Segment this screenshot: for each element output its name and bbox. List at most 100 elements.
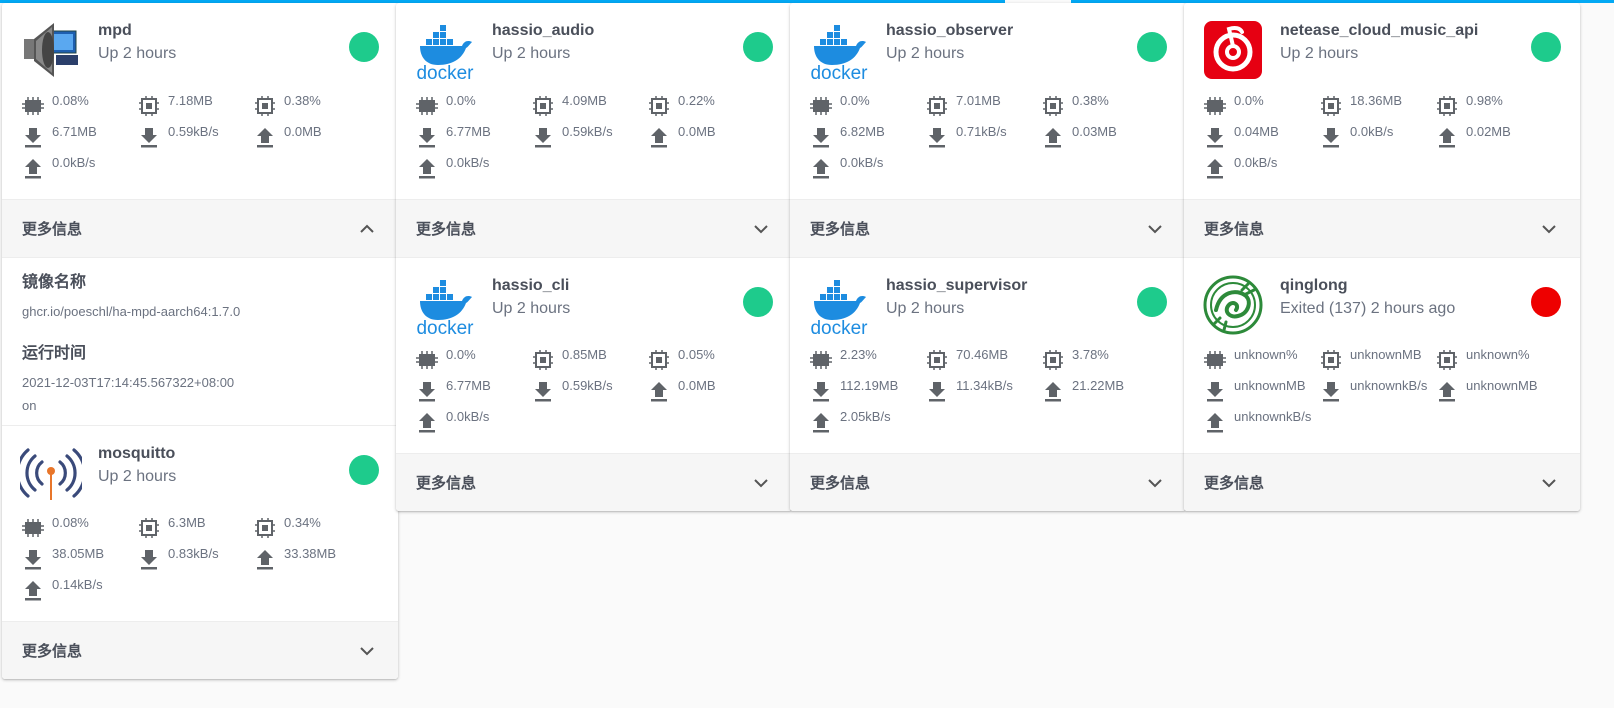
- svg-text:docker: docker: [810, 318, 868, 336]
- memory-size-stat: 0.85MB: [532, 347, 607, 371]
- docker-logo-icon: docker: [414, 19, 476, 84]
- upload-icon: [1207, 413, 1223, 433]
- image-name-label: 镜像名称: [22, 274, 87, 291]
- memory-icon: [810, 97, 832, 115]
- status-indicator-running: [349, 32, 379, 62]
- rx-rate-stat: 0.59kB/s: [138, 124, 219, 148]
- tx-total-stat: 33.38MB: [254, 546, 336, 570]
- tx-rate-stat: 0.0kB/s: [416, 409, 489, 433]
- tx-rate-stat: 2.05kB/s: [810, 409, 891, 433]
- memory-size-stat: 4.09MB: [532, 93, 607, 117]
- container-name: hassio_cli: [492, 277, 570, 294]
- chevron-down-icon: [754, 479, 768, 488]
- more-info-label: 更多信息: [810, 221, 871, 238]
- more-info-label: 更多信息: [22, 643, 83, 660]
- container-card-group: docker hassio_observer Up 2 hours 0.0% 7.…: [790, 3, 1186, 511]
- status-indicator-exited: [1531, 287, 1561, 317]
- cpu-usage-stat: 0.34%: [254, 515, 321, 539]
- memory-icon: [22, 519, 44, 537]
- cpu-chip-icon: [1321, 96, 1341, 116]
- download-icon: [1323, 382, 1339, 402]
- more-info-toggle[interactable]: 更多信息: [2, 199, 398, 257]
- download-icon: [419, 382, 435, 402]
- rx-total-stat: 112.19MB: [810, 378, 898, 402]
- more-info-toggle[interactable]: 更多信息: [2, 621, 398, 679]
- svg-text:docker: docker: [416, 318, 474, 336]
- chevron-down-icon: [1542, 225, 1556, 234]
- cpu-chip-icon: [1437, 350, 1457, 370]
- cpu-chip-icon: [255, 96, 275, 116]
- memory-icon: [416, 351, 438, 369]
- memory-usage-stat: 0.0%: [1204, 93, 1264, 117]
- more-info-label: 更多信息: [22, 221, 83, 238]
- container-status: Up 2 hours: [492, 300, 571, 317]
- tx-total-stat: 0.0MB: [648, 378, 716, 402]
- rx-rate-stat: 0.59kB/s: [532, 124, 613, 148]
- container-status: Up 2 hours: [98, 468, 177, 485]
- rx-rate-stat: 0.0kB/s: [1320, 124, 1393, 148]
- chevron-up-icon: [360, 224, 374, 233]
- download-icon: [929, 382, 945, 402]
- docker-logo-icon: docker: [414, 274, 476, 339]
- rx-total-stat: unknownMB: [1204, 378, 1306, 402]
- memory-size-stat: 18.36MB: [1320, 93, 1402, 117]
- svg-text:docker: docker: [810, 63, 868, 81]
- more-info-toggle[interactable]: 更多信息: [1184, 453, 1580, 511]
- stats-grid: 0.0% 0.85MB 0.05% 6.77MB 0.59kB/s 0.0MB 0.0kB/…: [396, 347, 792, 453]
- upload-icon: [651, 382, 667, 402]
- container-name: netease_cloud_music_api: [1280, 22, 1479, 39]
- status-indicator-running: [1137, 32, 1167, 62]
- memory-size-stat: unknownMB: [1320, 347, 1422, 371]
- tx-rate-stat: 0.0kB/s: [22, 155, 95, 179]
- memory-size-stat: 70.46MB: [926, 347, 1008, 371]
- download-icon: [535, 382, 551, 402]
- download-icon: [813, 382, 829, 402]
- tx-rate-stat: 0.0kB/s: [416, 155, 489, 179]
- runtime-label: 运行时间: [22, 345, 87, 362]
- upload-icon: [1439, 382, 1455, 402]
- more-info-toggle[interactable]: 更多信息: [1184, 199, 1580, 257]
- more-info-label: 更多信息: [810, 475, 871, 492]
- status-indicator-running: [349, 455, 379, 485]
- runtime-extra-value: on: [22, 398, 37, 413]
- stats-grid: 0.0% 4.09MB 0.22% 6.77MB 0.59kB/s 0.0MB 0.0kB/…: [396, 93, 792, 199]
- container-status: Up 2 hours: [886, 45, 965, 62]
- upload-icon: [257, 128, 273, 148]
- download-icon: [1207, 128, 1223, 148]
- cpu-usage-stat: 0.38%: [254, 93, 321, 117]
- memory-usage-stat: 2.23%: [810, 347, 877, 371]
- rx-rate-stat: unknownkB/s: [1320, 378, 1427, 402]
- download-icon: [1207, 382, 1223, 402]
- speaker-logo-icon: [20, 19, 82, 81]
- container-name: hassio_supervisor: [886, 277, 1028, 294]
- more-info-toggle[interactable]: 更多信息: [790, 199, 1186, 257]
- upload-icon: [419, 159, 435, 179]
- more-info-label: 更多信息: [416, 475, 477, 492]
- container-card-mpd: mpd Up 2 hours 0.08% 7.18MB 0.38% 6.71MB 0.5…: [2, 3, 398, 679]
- cpu-chip-icon: [139, 518, 159, 538]
- upload-icon: [419, 413, 435, 433]
- stats-grid: 2.23% 70.46MB 3.78% 112.19MB 11.34kB/s 21.22M…: [790, 347, 1186, 453]
- cpu-chip-icon: [927, 350, 947, 370]
- memory-usage-stat: 0.0%: [810, 93, 870, 117]
- container-status: Up 2 hours: [98, 45, 177, 62]
- memory-icon: [1204, 97, 1226, 115]
- memory-usage-stat: 0.0%: [416, 347, 476, 371]
- cpu-usage-stat: 0.22%: [648, 93, 715, 117]
- status-indicator-running: [743, 32, 773, 62]
- stats-grid: 0.08% 7.18MB 0.38% 6.71MB 0.59kB/s 0.0MB 0.0kB…: [2, 93, 398, 199]
- more-info-toggle[interactable]: 更多信息: [396, 453, 792, 511]
- svg-text:docker: docker: [416, 63, 474, 81]
- download-icon: [535, 128, 551, 148]
- status-indicator-running: [743, 287, 773, 317]
- cpu-usage-stat: 0.38%: [1042, 93, 1109, 117]
- rx-total-stat: 6.77MB: [416, 124, 491, 148]
- container-name: hassio_observer: [886, 22, 1014, 39]
- more-info-toggle[interactable]: 更多信息: [396, 199, 792, 257]
- memory-icon: [22, 97, 44, 115]
- more-info-toggle[interactable]: 更多信息: [790, 453, 1186, 511]
- rx-total-stat: 6.77MB: [416, 378, 491, 402]
- container-status: Up 2 hours: [1280, 45, 1359, 62]
- status-indicator-running: [1531, 32, 1561, 62]
- upload-icon: [25, 159, 41, 179]
